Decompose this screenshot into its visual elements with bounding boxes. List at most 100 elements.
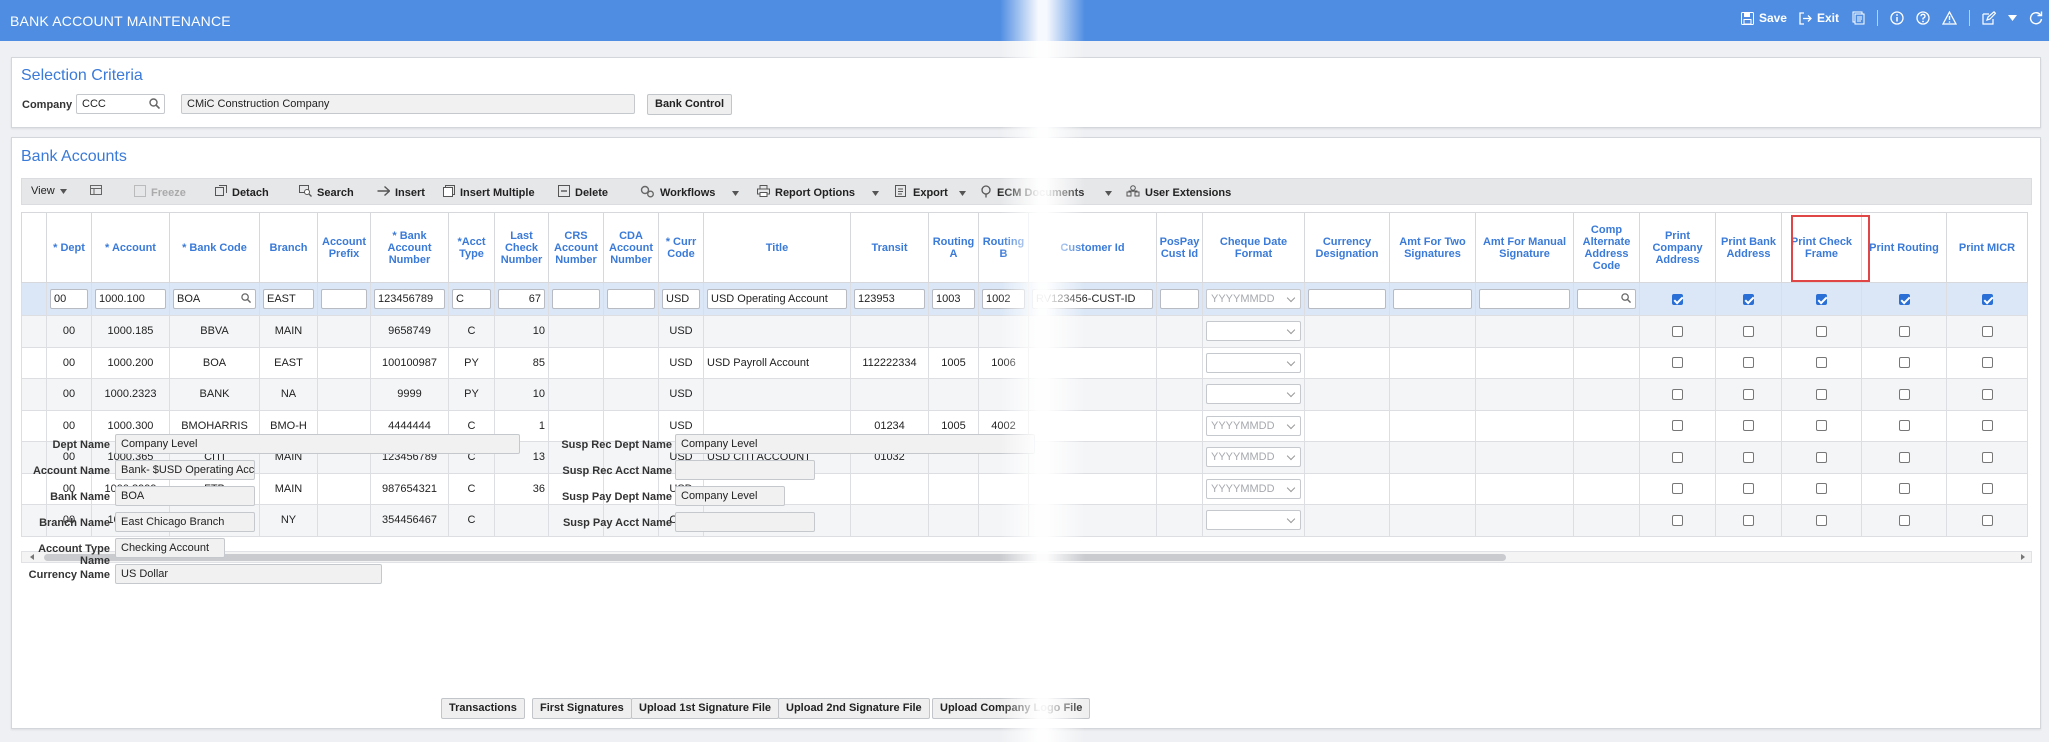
search-icon[interactable] — [149, 98, 161, 112]
cell-amtm[interactable] — [1475, 378, 1574, 411]
cell-amt2[interactable] — [1389, 378, 1476, 411]
cell-transit[interactable]: 112222334 — [850, 346, 929, 379]
col-curr-code[interactable]: * Curr Code — [658, 212, 704, 283]
col-acct-type[interactable]: *Acct Type — [448, 212, 495, 283]
cell-amtm[interactable] — [1475, 472, 1574, 505]
cell-curr-code[interactable]: USD — [658, 378, 704, 411]
cell-amt2[interactable] — [1389, 409, 1476, 442]
print-micr-checkbox[interactable] — [1981, 483, 1993, 495]
cell-cheque-date[interactable]: YYYYMMDD — [1202, 409, 1305, 442]
cell-routing-b[interactable] — [978, 378, 1029, 411]
cell-acct-type[interactable]: C — [448, 504, 495, 537]
row-selector[interactable] — [21, 409, 47, 442]
print-check-frame-checkbox[interactable] — [1816, 420, 1827, 432]
cell-bank-account-number[interactable]: 100100987 — [370, 346, 449, 379]
cell-amtm[interactable] — [1475, 504, 1574, 537]
cell-crs[interactable] — [548, 315, 604, 348]
print-company-address-checkbox[interactable] — [1672, 420, 1683, 432]
cell-comp-alt[interactable] — [1573, 472, 1640, 505]
cell-bank-account-number[interactable]: 9658749 — [370, 315, 449, 348]
user-extensions-button[interactable]: User Extensions — [1126, 185, 1231, 200]
cell-title[interactable]: USD Payroll Account — [703, 346, 851, 379]
print-check-frame-checkbox[interactable] — [1816, 514, 1827, 526]
detach-button[interactable]: Detach — [215, 185, 269, 200]
exit-button[interactable]: Exit — [1799, 11, 1839, 25]
upload-company-logo-button[interactable]: Upload Company Logo File — [932, 698, 1091, 719]
view-menu[interactable]: View — [31, 185, 67, 197]
cell-cheque-date[interactable]: YYYYMMDD — [1202, 472, 1305, 505]
crs-account-filter-input[interactable] — [552, 289, 600, 309]
customer-id-filter-input[interactable]: RV123456-CUST-ID — [1032, 289, 1153, 309]
cell-branch[interactable]: MAIN — [259, 315, 318, 348]
save-button[interactable]: Save — [1740, 11, 1787, 25]
title-filter-input[interactable]: USD Operating Account — [707, 289, 847, 309]
cell-customer-id[interactable] — [1028, 378, 1157, 411]
col-comp-alt-address-code[interactable]: Comp Alternate Address Code — [1573, 212, 1640, 283]
print-routing-checkbox[interactable] — [1898, 451, 1910, 463]
cell-branch[interactable]: NY — [259, 504, 318, 537]
print-micr-checkbox[interactable] — [1981, 514, 1993, 526]
col-print-micr[interactable]: Print MICR — [1946, 212, 2028, 283]
search-icon[interactable] — [1621, 293, 1632, 306]
row-selector[interactable] — [21, 315, 47, 348]
cell-last-check-number[interactable]: 10 — [494, 315, 549, 348]
print-icon[interactable] — [1851, 11, 1865, 25]
cell-customer-id[interactable] — [1028, 441, 1157, 474]
warning-icon[interactable] — [1942, 11, 1957, 25]
cell-amt2[interactable] — [1389, 315, 1476, 348]
cheque-date-format-select[interactable]: YYYYMMDD — [1206, 478, 1301, 499]
col-print-routing[interactable]: Print Routing — [1861, 212, 1947, 283]
col-routing-a[interactable]: Routing A — [928, 212, 979, 283]
print-company-address-checkbox[interactable] — [1672, 483, 1683, 495]
cell-comp-alt[interactable] — [1573, 409, 1640, 442]
print-check-frame-checkbox[interactable] — [1816, 357, 1827, 369]
cell-routing-a[interactable] — [928, 315, 979, 348]
cell-last-check-number[interactable] — [494, 504, 549, 537]
cell-bank-code[interactable]: BANK — [169, 378, 260, 411]
cell-routing-b[interactable] — [978, 504, 1029, 537]
amt-manual-signature-filter-input[interactable] — [1479, 289, 1570, 309]
curr-code-filter-input[interactable]: USD — [662, 289, 700, 309]
column-settings-button[interactable] — [90, 185, 104, 200]
cell-comp-alt[interactable] — [1573, 315, 1640, 348]
comp-alt-address-filter-input[interactable] — [1577, 289, 1636, 309]
cell-last-check-number[interactable]: 85 — [494, 346, 549, 379]
col-cda-account-number[interactable]: CDA Account Number — [603, 212, 659, 283]
horizontal-scrollbar[interactable] — [21, 551, 2032, 563]
col-currency-designation[interactable]: Currency Designation — [1304, 212, 1390, 283]
print-bank-address-checkbox[interactable] — [1743, 451, 1754, 463]
col-dept[interactable]: * Dept — [46, 212, 92, 283]
col-crs-account-number[interactable]: CRS Account Number — [548, 212, 604, 283]
cell-dept[interactable]: 00 — [46, 378, 92, 411]
cell-pospay[interactable] — [1156, 315, 1203, 348]
print-micr-checkbox[interactable] — [1981, 388, 1993, 400]
print-routing-checkbox[interactable] — [1898, 325, 1910, 337]
col-cheque-date-format[interactable]: Cheque Date Format — [1202, 212, 1305, 283]
cell-acct-type[interactable]: PY — [448, 378, 495, 411]
print-micr-checkbox[interactable] — [1981, 451, 1993, 463]
cell-curr-desig[interactable] — [1304, 378, 1390, 411]
upload-1st-signature-button[interactable]: Upload 1st Signature File — [631, 698, 780, 719]
cell-amtm[interactable] — [1475, 315, 1574, 348]
export-menu[interactable]: Export — [895, 185, 966, 200]
cell-routing-b[interactable] — [978, 315, 1029, 348]
cell-pospay[interactable] — [1156, 441, 1203, 474]
acct-type-filter-input[interactable]: C — [452, 289, 491, 309]
workflows-menu[interactable]: Workflows — [640, 185, 740, 201]
cell-cheque-date[interactable]: YYYYMMDD — [1202, 441, 1305, 474]
cell-crs[interactable] — [548, 378, 604, 411]
table-row[interactable]: 00 1000.185 BBVA MAIN 9658749 C 10 USD — [21, 315, 2028, 348]
print-bank-address-checkbox[interactable] — [1743, 483, 1754, 495]
cell-branch[interactable]: MAIN — [259, 472, 318, 505]
col-transit[interactable]: Transit — [850, 212, 929, 283]
cell-last-check-number[interactable]: 10 — [494, 378, 549, 411]
cell-routing-b[interactable] — [978, 472, 1029, 505]
row-selector[interactable] — [21, 282, 47, 316]
cell-curr-desig[interactable] — [1304, 409, 1390, 442]
cheque-date-format-select[interactable]: YYYYMMDD — [1206, 447, 1301, 468]
cell-cda[interactable] — [603, 346, 659, 379]
bank-account-number-filter-input[interactable]: 123456789 — [374, 289, 445, 309]
cell-comp-alt[interactable] — [1573, 378, 1640, 411]
pospay-cust-id-filter-input[interactable] — [1160, 289, 1199, 309]
col-print-check-frame[interactable]: Print Check Frame — [1781, 212, 1862, 283]
